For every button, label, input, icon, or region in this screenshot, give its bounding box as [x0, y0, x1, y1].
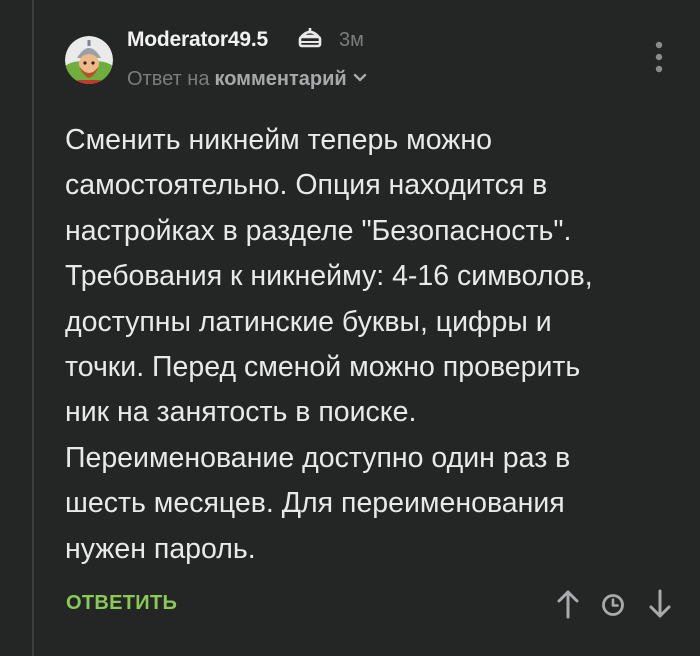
arrow-up-icon[interactable] [554, 586, 582, 622]
comment-time: 3м [339, 29, 364, 51]
more-options-icon[interactable] [646, 38, 672, 78]
parent-comment-link[interactable]: комментарий [214, 68, 346, 90]
reply-context: Ответ на комментарий [127, 68, 367, 91]
thread-line [32, 0, 34, 656]
reply-prefix: Ответ на [127, 68, 210, 90]
chevron-down-icon[interactable] [353, 73, 367, 83]
reply-button[interactable]: ОТВЕТИТЬ [66, 592, 177, 615]
avatar[interactable] [65, 36, 113, 84]
arrow-down-icon[interactable] [646, 586, 674, 622]
clock-icon[interactable] [599, 586, 627, 622]
comment-text: Сменить никнейм теперь можно самостоятел… [65, 124, 593, 565]
moderator-hat-icon [298, 28, 322, 48]
author-name[interactable]: Moderator49.5 [127, 28, 268, 52]
